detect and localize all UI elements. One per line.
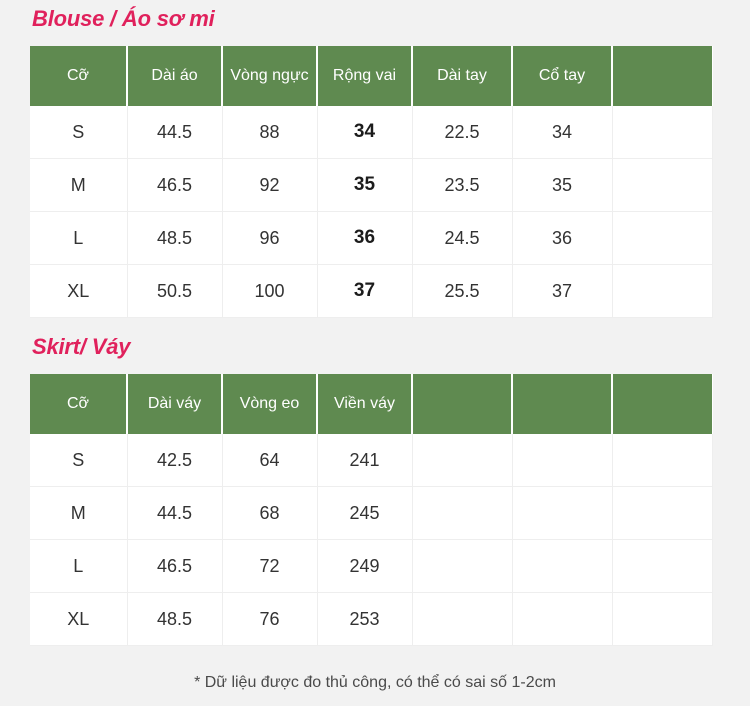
cell-cuff: 37 <box>512 264 613 318</box>
column-header-sleeve-length: Dài tay <box>412 46 513 106</box>
cell-skirt-length: 42.5 <box>127 434 223 487</box>
cell-empty <box>612 434 713 487</box>
table-header-row: Cỡ Dài váy Vòng eo Viền váy <box>30 374 712 434</box>
size-chart-page: Blouse / Áo sơ mi Cỡ Dài áo Vòng ngực Rộ… <box>0 0 750 706</box>
cell-length: 46.5 <box>127 158 223 212</box>
cell-empty <box>612 158 713 212</box>
column-header-empty <box>612 46 712 106</box>
skirt-section-title: Skirt/ Váy <box>32 334 131 359</box>
table-row: M 44.5 68 245 <box>30 486 713 540</box>
cell-skirt-length: 44.5 <box>127 486 223 540</box>
cell-shoulder: 36 <box>317 211 413 265</box>
table-row: M 46.5 92 35 23.5 35 <box>30 158 713 212</box>
table-row: XL 50.5 100 37 25.5 37 <box>30 264 713 318</box>
cell-shoulder: 34 <box>317 106 413 159</box>
column-header-empty <box>612 374 712 434</box>
table-row: S 44.5 88 34 22.5 34 <box>30 106 713 159</box>
table-header-row: Cỡ Dài áo Vòng ngực Rộng vai Dài tay Cổ … <box>30 46 712 106</box>
skirt-table-head: Cỡ Dài váy Vòng eo Viền váy <box>30 374 712 434</box>
cell-sleeve-length: 22.5 <box>412 106 513 159</box>
column-header-bust: Vòng ngực <box>222 46 318 106</box>
cell-bust: 88 <box>222 106 318 159</box>
column-header-length: Dài áo <box>127 46 223 106</box>
column-header-empty <box>412 374 513 434</box>
cell-sleeve-length: 23.5 <box>412 158 513 212</box>
cell-empty <box>612 539 713 593</box>
column-header-size: Cỡ <box>30 46 128 106</box>
cell-empty <box>512 592 613 646</box>
skirt-table-body: S 42.5 64 241 M 44.5 68 245 L 46.5 72 24… <box>30 434 713 646</box>
cell-length: 44.5 <box>127 106 223 159</box>
column-header-skirt-length: Dài váy <box>127 374 223 434</box>
cell-size: S <box>30 434 128 487</box>
column-header-waist: Vòng eo <box>222 374 318 434</box>
skirt-size-table: Cỡ Dài váy Vòng eo Viền váy S 42.5 64 24… <box>30 374 713 646</box>
cell-waist: 76 <box>222 592 318 646</box>
cell-waist: 64 <box>222 434 318 487</box>
column-header-cuff: Cổ tay <box>512 46 613 106</box>
blouse-section-title: Blouse / Áo sơ mi <box>32 6 215 31</box>
cell-cuff: 36 <box>512 211 613 265</box>
cell-cuff: 35 <box>512 158 613 212</box>
blouse-table-body: S 44.5 88 34 22.5 34 M 46.5 92 35 23.5 3… <box>30 106 713 318</box>
cell-hem: 245 <box>317 486 413 540</box>
measurement-disclaimer: * Dữ liệu được đo thủ công, có thể có sa… <box>194 674 556 691</box>
cell-length: 48.5 <box>127 211 223 265</box>
blouse-section: Blouse / Áo sơ mi Cỡ Dài áo Vòng ngực Rộ… <box>0 8 750 318</box>
table-row: S 42.5 64 241 <box>30 434 713 487</box>
column-header-hem: Viền váy <box>317 374 413 434</box>
cell-sleeve-length: 25.5 <box>412 264 513 318</box>
cell-skirt-length: 48.5 <box>127 592 223 646</box>
blouse-size-table: Cỡ Dài áo Vòng ngực Rộng vai Dài tay Cổ … <box>30 46 713 318</box>
cell-empty <box>612 264 713 318</box>
cell-hem: 249 <box>317 539 413 593</box>
cell-sleeve-length: 24.5 <box>412 211 513 265</box>
cell-size: L <box>30 211 128 265</box>
column-header-shoulder: Rộng vai <box>317 46 413 106</box>
cell-hem: 253 <box>317 592 413 646</box>
cell-shoulder: 35 <box>317 158 413 212</box>
column-header-size: Cỡ <box>30 374 128 434</box>
table-row: L 48.5 96 36 24.5 36 <box>30 211 713 265</box>
table-row: L 46.5 72 249 <box>30 539 713 593</box>
cell-empty <box>512 486 613 540</box>
cell-empty <box>612 486 713 540</box>
cell-size: M <box>30 486 128 540</box>
cell-length: 50.5 <box>127 264 223 318</box>
skirt-section: Skirt/ Váy Cỡ Dài váy Vòng eo Viền váy S… <box>0 336 750 646</box>
cell-waist: 72 <box>222 539 318 593</box>
cell-empty <box>412 434 513 487</box>
blouse-table-head: Cỡ Dài áo Vòng ngực Rộng vai Dài tay Cổ … <box>30 46 712 106</box>
cell-hem: 241 <box>317 434 413 487</box>
cell-bust: 96 <box>222 211 318 265</box>
cell-empty <box>612 106 713 159</box>
cell-skirt-length: 46.5 <box>127 539 223 593</box>
cell-empty <box>512 539 613 593</box>
column-header-empty <box>512 374 613 434</box>
cell-empty <box>412 592 513 646</box>
cell-empty <box>612 211 713 265</box>
cell-empty <box>612 592 713 646</box>
cell-shoulder: 37 <box>317 264 413 318</box>
cell-empty <box>412 486 513 540</box>
cell-bust: 92 <box>222 158 318 212</box>
cell-size: S <box>30 106 128 159</box>
cell-empty <box>512 434 613 487</box>
cell-size: M <box>30 158 128 212</box>
cell-cuff: 34 <box>512 106 613 159</box>
cell-waist: 68 <box>222 486 318 540</box>
table-row: XL 48.5 76 253 <box>30 592 713 646</box>
cell-size: L <box>30 539 128 593</box>
cell-size: XL <box>30 592 128 646</box>
cell-bust: 100 <box>222 264 318 318</box>
cell-size: XL <box>30 264 128 318</box>
cell-empty <box>412 539 513 593</box>
